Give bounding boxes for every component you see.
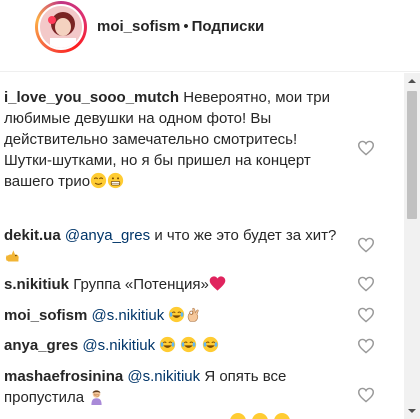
next-comment-emoji-peek xyxy=(230,411,290,419)
comment-author[interactable]: dekit.ua xyxy=(4,227,61,244)
post-header: moi_sofism • Подписки xyxy=(0,0,420,72)
comment-item: i_love_you_sooo_mutch Невероятно, мои тр… xyxy=(4,87,349,192)
avatar[interactable] xyxy=(38,4,84,50)
woman-facepalm-emoji xyxy=(91,390,102,405)
tears-of-joy-emoji xyxy=(181,336,197,353)
comment-item: dekit.ua @anya_gres и что же это будет з… xyxy=(4,225,349,267)
ok-hand-emoji xyxy=(188,307,200,322)
comment-item: mashaefrosinina @s.nikitiuk Я опять все … xyxy=(4,366,349,408)
heart-icon[interactable] xyxy=(357,338,375,354)
heart-icon[interactable] xyxy=(357,140,375,156)
cat-emoji xyxy=(5,250,19,262)
heart-icon[interactable] xyxy=(357,276,375,292)
following-button[interactable]: Подписки xyxy=(192,18,265,35)
story-ring[interactable] xyxy=(35,1,87,53)
scroll-up-arrow-icon[interactable] xyxy=(404,73,420,89)
comment-item: s.nikitiuk Группа «Потенция» xyxy=(4,274,349,295)
scroll-down-arrow-icon[interactable] xyxy=(404,403,420,419)
comment-author[interactable]: i_love_you_sooo_mutch xyxy=(4,89,179,106)
comment-author[interactable]: mashaefrosinina xyxy=(4,368,123,385)
red-heart-emoji xyxy=(209,276,226,291)
tears-of-joy-emoji xyxy=(169,306,185,323)
comment-author[interactable]: anya_gres xyxy=(4,337,78,354)
grin-emoji xyxy=(107,172,124,189)
comment-item: anya_gres @s.nikitiuk xyxy=(4,335,349,356)
comment-mention[interactable]: @anya_gres xyxy=(65,227,150,244)
post-author[interactable]: moi_sofism xyxy=(97,18,180,35)
comment-mention[interactable]: @s.nikitiuk xyxy=(127,368,200,385)
heart-icon[interactable] xyxy=(357,387,375,403)
comment-mention[interactable]: @s.nikitiuk xyxy=(82,337,155,354)
comment-author[interactable]: s.nikitiuk xyxy=(4,276,69,293)
tears-of-joy-emoji xyxy=(160,336,176,353)
heart-icon[interactable] xyxy=(357,307,375,323)
comment-item: moi_sofism @s.nikitiuk xyxy=(4,305,349,326)
relieved-emoji xyxy=(90,172,107,189)
comment-text: и что же это будет за хит? xyxy=(154,227,337,244)
tears-of-joy-emoji xyxy=(202,336,218,353)
comment-author[interactable]: moi_sofism xyxy=(4,307,87,324)
scrollbar[interactable] xyxy=(404,73,420,419)
comments-list[interactable]: i_love_you_sooo_mutch Невероятно, мои тр… xyxy=(0,73,404,419)
comment-mention[interactable]: @s.nikitiuk xyxy=(92,307,165,324)
scrollbar-thumb[interactable] xyxy=(407,91,417,219)
heart-icon[interactable] xyxy=(357,237,375,253)
comment-text: Группа «Потенция» xyxy=(73,276,209,293)
separator-dot: • xyxy=(183,18,189,35)
